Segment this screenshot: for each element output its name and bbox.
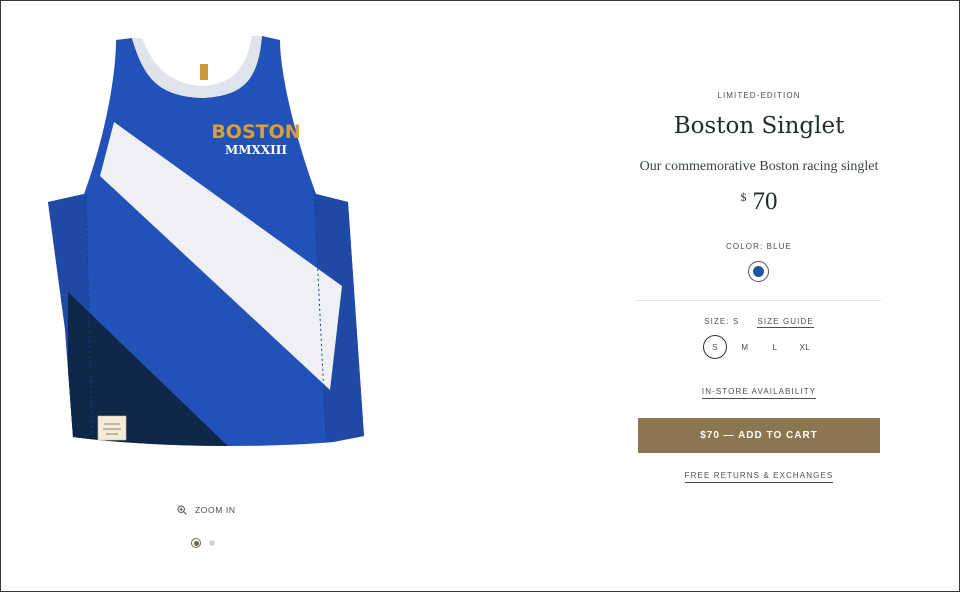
in-store-row: IN-STORE AVAILABILITY xyxy=(637,387,881,399)
gallery-pagination xyxy=(191,538,215,548)
product-image[interactable]: BOSTON MMXXIII xyxy=(46,34,376,454)
product-title: Boston Singlet xyxy=(673,113,845,139)
divider xyxy=(637,300,881,301)
product-subtitle: Our commemorative Boston racing singlet xyxy=(639,159,879,174)
gallery-dot-2[interactable] xyxy=(209,540,215,546)
product-eyebrow: LIMITED-EDITION xyxy=(717,91,801,100)
size-label: SIZE: S xyxy=(704,317,740,326)
size-option-xl[interactable]: XL xyxy=(793,335,817,359)
add-to-cart-button[interactable]: $70 — ADD TO CART xyxy=(638,418,880,453)
size-option-s[interactable]: S xyxy=(703,335,727,359)
in-store-availability-link[interactable]: IN-STORE AVAILABILITY xyxy=(701,387,817,399)
gallery-dot-1-active[interactable] xyxy=(191,538,201,548)
size-row: SIZE: S SIZE GUIDE xyxy=(637,317,881,328)
zoom-in-control[interactable]: ZOOM IN xyxy=(177,505,236,515)
price-amount: 70 xyxy=(752,188,778,215)
size-option-l[interactable]: L xyxy=(763,335,787,359)
color-swatch-blue[interactable] xyxy=(748,261,769,282)
price-currency: $ xyxy=(740,190,747,204)
product-price: $70 xyxy=(637,188,881,216)
zoom-in-icon xyxy=(177,505,187,515)
size-guide-link[interactable]: SIZE GUIDE xyxy=(757,317,814,328)
chest-print-year: MMXXIII xyxy=(225,143,287,157)
free-returns-link[interactable]: FREE RETURNS & EXCHANGES xyxy=(684,471,834,483)
size-option-m[interactable]: M xyxy=(733,335,757,359)
chest-print-boston: BOSTON xyxy=(211,121,300,143)
color-label: COLOR: BLUE xyxy=(726,242,792,251)
size-options: S M L XL xyxy=(703,335,823,359)
zoom-in-label: ZOOM IN xyxy=(195,505,236,515)
returns-row: FREE RETURNS & EXCHANGES xyxy=(637,471,881,483)
